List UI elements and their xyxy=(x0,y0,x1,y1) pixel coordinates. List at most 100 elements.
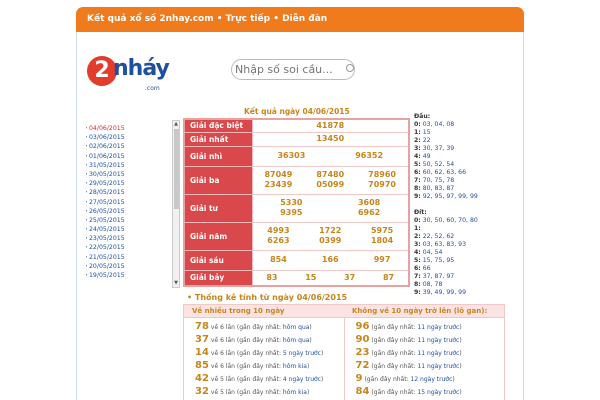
date-link[interactable]: 24/05/2015 xyxy=(86,225,166,234)
stat-date-link[interactable]: 11 ngày trước xyxy=(417,337,459,344)
date-link[interactable]: 23/05/2015 xyxy=(86,234,166,243)
stat-number[interactable]: 72 xyxy=(356,360,370,371)
digit-values: 08, 78 xyxy=(422,281,443,288)
prize-values: 13450 xyxy=(251,131,410,147)
date-link[interactable]: 21/05/2015 xyxy=(86,253,166,262)
digit-key: 1: xyxy=(414,129,421,136)
stats-right-header: Không về 10 ngày trở lên (lô gan): xyxy=(352,307,488,315)
digit-key: 7: xyxy=(414,273,421,280)
stat-date-link[interactable]: 5 ngày trước xyxy=(283,350,321,357)
stat-description-end: ) xyxy=(452,376,455,383)
digit-row: 6: 60, 62, 63, 66 xyxy=(414,169,499,177)
digit-values: 03, 04, 08 xyxy=(422,121,455,128)
prize-number: 87049 xyxy=(264,170,293,179)
date-link[interactable]: 22/05/2015 xyxy=(86,243,166,252)
scroll-thumb[interactable] xyxy=(174,129,179,209)
stat-date-link[interactable]: 15 ngày trước xyxy=(417,389,459,396)
search-input[interactable] xyxy=(231,59,355,80)
stat-number[interactable]: 85 xyxy=(195,360,209,371)
nav-link-forum[interactable]: Diễn đàn xyxy=(282,14,327,24)
digit-key: 6: xyxy=(414,169,421,176)
stat-number[interactable]: 78 xyxy=(195,321,209,332)
results-table: Giải đặc biệt 41878 Giải nhất 13450 Giải… xyxy=(183,118,410,287)
stat-date-link[interactable]: 11 ngày trước xyxy=(417,363,459,370)
digit-values: 66 xyxy=(422,265,431,272)
date-link[interactable]: 02/06/2015 xyxy=(86,142,166,151)
stat-number[interactable]: 37 xyxy=(195,334,209,345)
digit-row: 3: 30, 37, 39 xyxy=(414,145,499,153)
stat-date-link[interactable]: hôm qua xyxy=(283,337,310,344)
date-link[interactable]: 31/05/2015 xyxy=(86,161,166,170)
stat-date-link[interactable]: hôm qua xyxy=(283,324,310,331)
stat-row: 32 về 5 lần (gần đây nhất: hôm kia) xyxy=(195,385,344,398)
digit-row: 6: 66 xyxy=(414,265,499,273)
stat-date-link[interactable]: 12 ngày trước xyxy=(411,376,453,383)
stat-date-link[interactable]: hôm kia xyxy=(283,389,307,396)
search-icon[interactable] xyxy=(346,64,354,72)
date-link[interactable]: 19/05/2015 xyxy=(86,271,166,280)
digit-row: 8: 80, 83, 87 xyxy=(414,185,499,193)
nav-link-home[interactable]: Kết quả xổ số 2nhay.com xyxy=(87,14,214,24)
stat-number[interactable]: 32 xyxy=(195,386,209,397)
digit-row: 1: 15 xyxy=(414,129,499,137)
stat-date-link[interactable]: 4 ngày trước xyxy=(283,376,321,383)
stat-number[interactable]: 14 xyxy=(195,347,209,358)
date-link[interactable]: 25/05/2015 xyxy=(86,216,166,225)
date-link[interactable]: 26/05/2015 xyxy=(86,207,166,216)
site-logo[interactable]: 2 nháy .com xyxy=(87,52,170,98)
stat-description-end: ) xyxy=(320,376,324,383)
prize-number: 96352 xyxy=(355,151,384,160)
date-list-scrollbar[interactable]: ▲ ▼ xyxy=(172,120,180,288)
stat-number[interactable]: 84 xyxy=(356,386,370,397)
digit-key: 5: xyxy=(414,257,421,264)
stat-description: (gần đây nhất: xyxy=(371,350,418,357)
date-link[interactable]: 01/06/2015 xyxy=(86,152,166,161)
stat-description: về 6 lần (gần đây nhất: xyxy=(210,350,283,357)
stats-left-column: 78 về 6 lần (gần đây nhất: hôm qua) 37 về 6… xyxy=(184,318,344,400)
digit-row: 7: 70, 75, 78 xyxy=(414,177,499,185)
stat-date-link[interactable]: 11 ngày trước xyxy=(417,324,459,331)
logo-text: nháy xyxy=(113,56,170,81)
date-link[interactable]: 27/05/2015 xyxy=(86,198,166,207)
stat-description: (gần đây nhất: xyxy=(371,389,418,396)
stat-number[interactable]: 23 xyxy=(356,347,370,358)
stat-number[interactable]: 90 xyxy=(356,334,370,345)
stats-header: Về nhiều trong 10 ngày Không về 10 ngày … xyxy=(184,305,504,318)
date-link[interactable]: 28/05/2015 xyxy=(86,188,166,197)
top-nav-bar: Kết quả xổ số 2nhay.com • Trực tiếp • Di… xyxy=(76,7,524,32)
digit-key: 2: xyxy=(414,233,421,240)
date-link[interactable]: 29/05/2015 xyxy=(86,179,166,188)
stat-description-end: ) xyxy=(459,363,462,370)
stat-number[interactable]: 96 xyxy=(356,321,370,332)
stat-date-link[interactable]: 11 ngày trước xyxy=(417,350,459,357)
prize-number: 36303 xyxy=(277,151,306,160)
stat-number[interactable]: 42 xyxy=(195,373,209,384)
row-third: Giải ba 87049 23439 87480 05099 78960 70… xyxy=(183,165,410,195)
nav-link-live[interactable]: Trực tiếp xyxy=(226,14,270,24)
row-second: Giải nhì 36303 96352 xyxy=(183,145,410,167)
prize-number: 87480 xyxy=(316,170,345,179)
date-link[interactable]: 30/05/2015 xyxy=(86,170,166,179)
prize-number: 854 xyxy=(270,255,287,264)
date-link[interactable]: 04/06/2015 xyxy=(86,124,166,133)
digit-values: 70, 75, 78 xyxy=(422,177,455,184)
digit-key: 9: xyxy=(414,289,421,296)
scroll-down-icon[interactable]: ▼ xyxy=(173,280,179,287)
date-link[interactable]: 03/06/2015 xyxy=(86,133,166,142)
row-fifth: Giải năm 4993 6263 1722 0399 5975 1804 xyxy=(183,221,410,251)
prize-label: Giải ba xyxy=(183,165,253,195)
prize-label: Giải năm xyxy=(183,221,253,251)
logo-sub: .com xyxy=(145,85,160,92)
digit-key: 2: xyxy=(414,137,421,144)
date-link[interactable]: 20/05/2015 xyxy=(86,262,166,271)
prize-label: Giải sáu xyxy=(183,249,253,271)
digit-row: 5: 15, 75, 95 xyxy=(414,257,499,265)
prize-number: 3608 xyxy=(357,198,381,207)
digit-row: 7: 37, 87, 97 xyxy=(414,273,499,281)
prize-number: 5330 xyxy=(280,198,303,207)
digit-values: 37, 87, 97 xyxy=(422,273,455,280)
head-tail-panel: Đầu: 0: 03, 04, 08 1: 15 2: 22 3: 30, 37, 3… xyxy=(414,113,499,297)
scroll-up-icon[interactable]: ▲ xyxy=(173,121,179,128)
stat-date-link[interactable]: hôm kia xyxy=(283,363,307,370)
stat-number[interactable]: 9 xyxy=(356,373,363,384)
